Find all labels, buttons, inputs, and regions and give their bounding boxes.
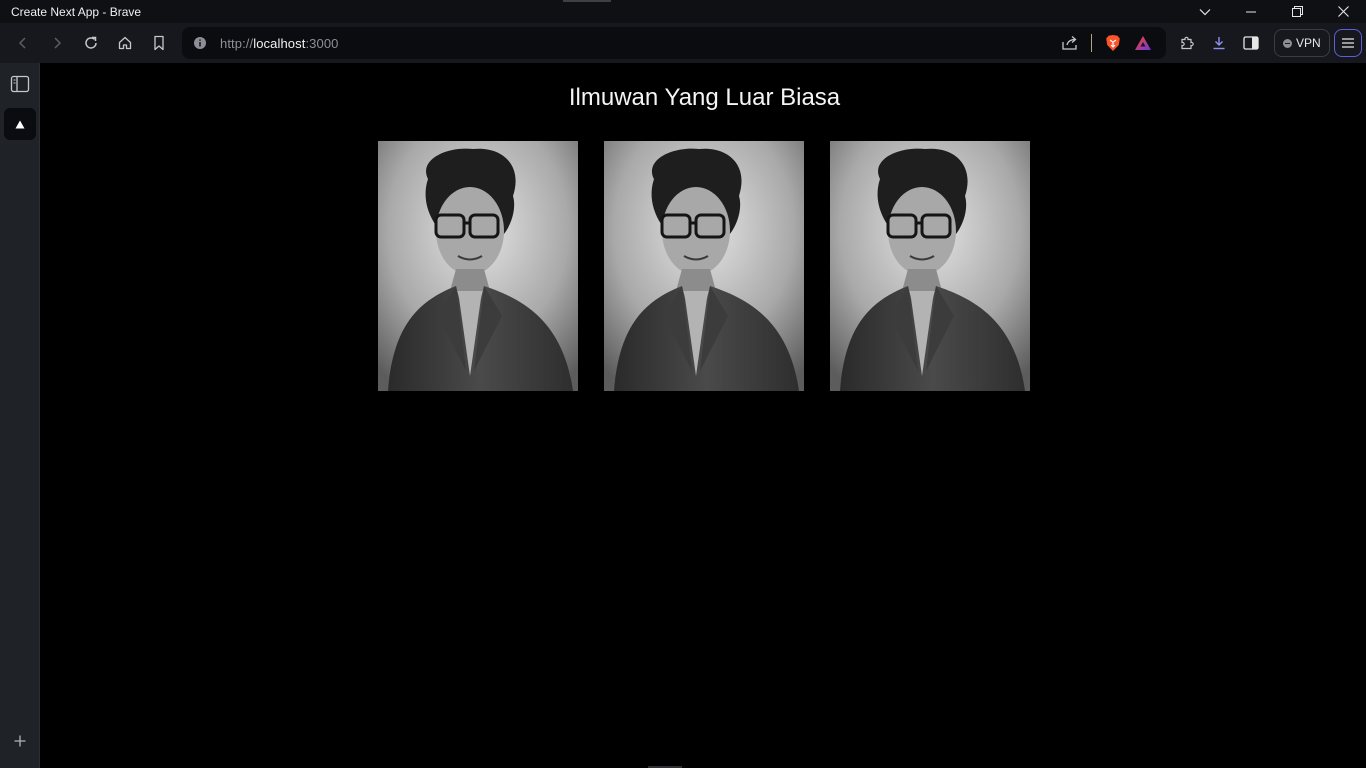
back-button[interactable] — [6, 26, 40, 60]
share-button[interactable] — [1055, 26, 1085, 60]
sidebar-panel-button[interactable] — [10, 75, 30, 93]
reload-icon — [85, 36, 97, 49]
extensions-button[interactable] — [1170, 26, 1204, 60]
sidebar-panel-icon — [10, 75, 30, 93]
vpn-status-icon — [1283, 38, 1292, 48]
puzzle-icon — [1181, 36, 1194, 50]
arrow-left-icon — [18, 37, 26, 49]
window-title: Create Next App - Brave — [11, 4, 142, 19]
url-host: localhost — [253, 35, 306, 51]
scientist-portrait-3 — [830, 141, 1030, 391]
forward-button[interactable] — [40, 26, 74, 60]
close-button[interactable] — [1320, 0, 1366, 23]
vertical-tab-sidebar — [0, 63, 40, 768]
window-titlebar: Create Next App - Brave — [0, 0, 1366, 23]
page-content: Ilmuwan Yang Luar Biasa — [41, 63, 1366, 768]
minimize-button[interactable] — [1228, 0, 1274, 23]
window-controls — [1182, 0, 1366, 23]
arrow-right-icon — [54, 37, 62, 49]
active-tab[interactable] — [4, 108, 36, 140]
tab-search-button[interactable] — [1182, 0, 1228, 23]
nextjs-favicon-icon — [15, 120, 25, 128]
vpn-label: VPN — [1296, 36, 1321, 50]
address-bar[interactable]: http://localhost:3000 — [182, 27, 1166, 59]
url-text: http://localhost:3000 — [220, 36, 339, 51]
restore-icon — [1291, 6, 1303, 17]
brave-shields-icon — [1106, 35, 1120, 51]
hamburger-menu-icon — [1341, 38, 1354, 48]
tab-strip-indicator — [563, 0, 611, 2]
download-icon — [1213, 37, 1225, 50]
brave-rewards-button[interactable] — [1128, 26, 1158, 60]
home-button[interactable] — [108, 26, 142, 60]
bookmark-icon — [154, 35, 164, 51]
plus-icon — [14, 735, 26, 747]
home-icon — [118, 36, 132, 50]
share-icon — [1062, 36, 1077, 50]
address-bar-divider — [1091, 34, 1092, 52]
sidebar-icon — [1243, 36, 1259, 50]
brave-shields-button[interactable] — [1098, 26, 1128, 60]
restore-button[interactable] — [1274, 0, 1320, 23]
new-tab-button[interactable] — [10, 731, 30, 751]
sidebar-toggle-button[interactable] — [1234, 26, 1268, 60]
close-icon — [1337, 6, 1349, 17]
chevron-down-icon — [1199, 8, 1211, 15]
navigation-buttons — [6, 26, 176, 60]
bookmark-button[interactable] — [142, 26, 176, 60]
reload-button[interactable] — [74, 26, 108, 60]
address-bar-actions — [1055, 27, 1158, 59]
url-port: :3000 — [305, 35, 339, 51]
toolbar-right-actions: VPN — [1170, 26, 1362, 60]
vpn-button[interactable]: VPN — [1274, 29, 1330, 57]
main-menu-button[interactable] — [1333, 29, 1362, 57]
scientist-portrait-2 — [604, 141, 804, 391]
scientist-gallery — [378, 141, 1030, 391]
browser-toolbar: http://localhost:3000 VPN — [0, 23, 1366, 63]
brave-rewards-icon — [1135, 36, 1151, 50]
scientist-portrait-1 — [378, 141, 578, 391]
downloads-button[interactable] — [1204, 26, 1234, 60]
url-scheme: http:// — [220, 35, 254, 51]
page-heading: Ilmuwan Yang Luar Biasa — [568, 84, 841, 111]
info-icon[interactable] — [193, 36, 207, 50]
minimize-icon — [1246, 11, 1256, 12]
